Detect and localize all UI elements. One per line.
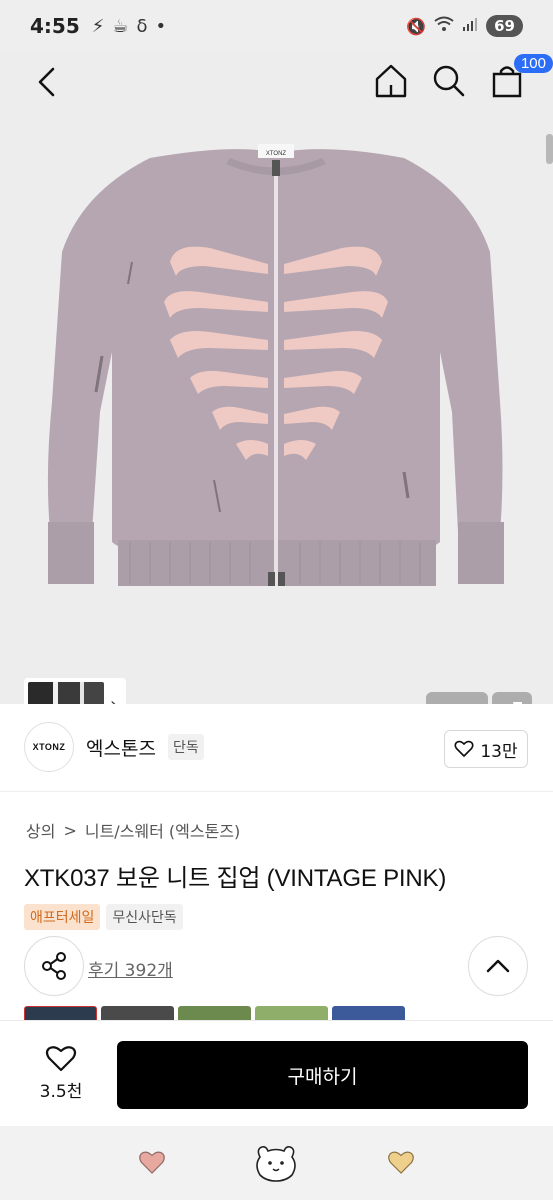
brand-exclusive-badge: 단독 (168, 734, 204, 760)
app-icon: δ (136, 15, 148, 37)
brand-like-count: 13만 (480, 741, 518, 762)
bottom-nav-home[interactable] (251, 1138, 301, 1188)
cart-button[interactable]: 100 (487, 54, 553, 102)
left-cuff (48, 522, 94, 584)
header-actions: 100 (371, 54, 553, 102)
right-cuff (458, 522, 504, 584)
search-button[interactable] (429, 60, 469, 102)
share-icon (42, 952, 66, 980)
scroll-indicator[interactable] (546, 134, 553, 164)
heart-icon (139, 1151, 166, 1174)
breadcrumb-item-subcategory[interactable]: 니트/스웨터 (엑스톤즈) (85, 818, 240, 842)
status-system-icons: 🔇 69 (406, 15, 523, 37)
mute-icon: 🔇 (406, 16, 427, 36)
battery-indicator: 69 (486, 15, 523, 37)
breadcrumb-separator: > (63, 820, 77, 840)
share-button[interactable] (24, 936, 84, 996)
product-title: XTK037 보운 니트 집업 (VINTAGE PINK) (24, 865, 447, 892)
gallery-thumbnail-strip[interactable]: › (24, 678, 126, 704)
collapse-button[interactable] (468, 936, 528, 996)
garment-logo: XTONZ (266, 151, 287, 157)
product-gallery[interactable]: XTONZ › 3 / 8 (0, 52, 553, 704)
bottom-navigation (0, 1126, 553, 1200)
brand-like-button[interactable]: 13만 (444, 730, 528, 768)
brand-name[interactable]: 엑스톤즈 (86, 734, 156, 761)
heart-icon (45, 1046, 77, 1072)
home-icon (375, 64, 407, 98)
status-time: 4:55 (30, 14, 80, 38)
signal-icon (462, 16, 478, 36)
search-icon (433, 65, 465, 97)
tag-musinsa-exclusive: 무신사단독 (106, 904, 183, 930)
breadcrumb-item-category[interactable]: 상의 (26, 818, 55, 842)
status-notification-icons: ⚡ ☕ δ • (92, 16, 166, 37)
expand-button[interactable] (492, 692, 532, 704)
coffee-icon: ☕ (112, 15, 129, 37)
status-bar: 4:55 ⚡ ☕ δ • 🔇 69 (0, 0, 553, 52)
purchase-bar: 3.5천 구매하기 (0, 1020, 553, 1124)
flash-icon: ⚡ (91, 15, 105, 37)
heart-icon (454, 740, 474, 757)
review-link[interactable]: 후기 392개 (88, 956, 173, 981)
gallery-pager: 3 / 8 (426, 692, 488, 704)
wifi-icon (434, 16, 454, 36)
dot-icon: • (155, 15, 167, 37)
chevron-up-icon (486, 959, 510, 973)
back-button[interactable] (28, 62, 64, 102)
brand-logo[interactable]: XTONZ (24, 722, 74, 772)
breadcrumb: 상의 > 니트/스웨터 (엑스톤즈) (26, 818, 240, 842)
tag-after-sale: 애프터세일 (24, 904, 101, 930)
back-arrow-icon (38, 67, 55, 97)
cart-count-badge: 100 (513, 54, 553, 73)
bottom-nav-right[interactable] (376, 1138, 426, 1188)
bear-icon (256, 1146, 297, 1182)
chevron-right-icon[interactable]: › (110, 694, 117, 705)
wishlist-count: 3.5천 (39, 1082, 83, 1102)
bottom-nav-left[interactable] (127, 1138, 177, 1188)
brand-row: XTONZ 엑스톤즈 단독 13만 (0, 704, 553, 792)
heart-icon (387, 1151, 414, 1174)
wishlist-button[interactable]: 3.5천 (30, 1045, 92, 1102)
gallery-thumbnail[interactable] (28, 682, 104, 704)
home-button[interactable] (371, 60, 411, 102)
product-tags: 애프터세일 무신사단독 (24, 904, 183, 930)
buy-button[interactable]: 구매하기 (117, 1041, 528, 1109)
product-image: XTONZ (47, 144, 504, 586)
